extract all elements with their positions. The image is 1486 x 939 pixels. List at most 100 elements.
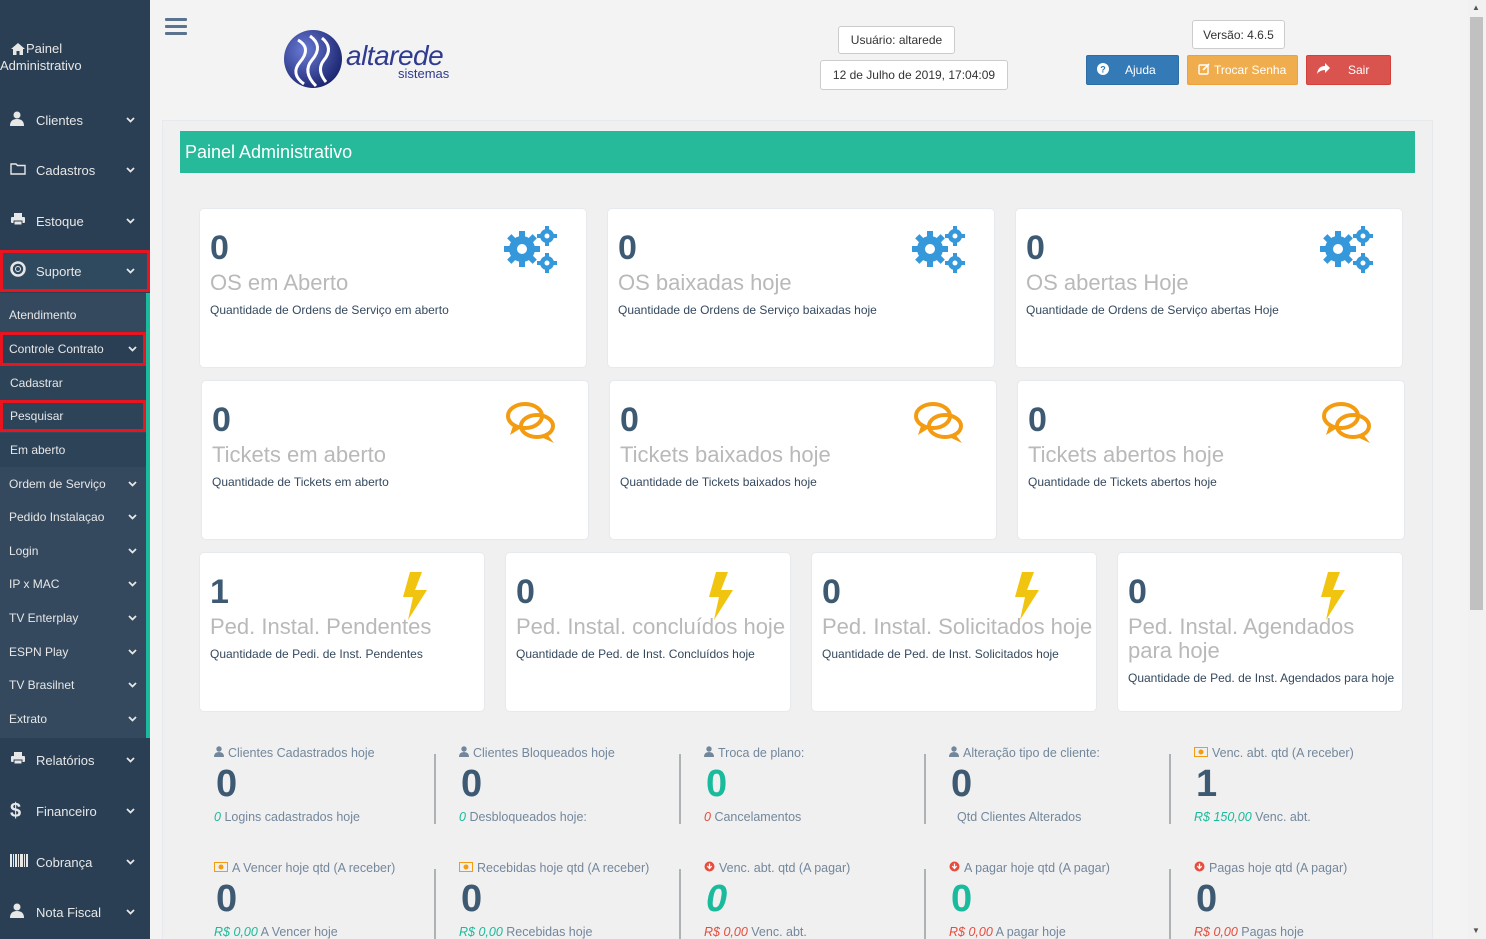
barcode-icon [0, 853, 28, 871]
submenu-item-em-aberto[interactable]: Em aberto [0, 433, 146, 467]
stat-foot-label: Venc. abt. [751, 925, 807, 939]
tile-os-em-aberto[interactable]: 0 OS em Aberto Quantidade de Ordens de S… [199, 208, 587, 368]
submenu-item-controle-contrato[interactable]: Controle Contrato [0, 332, 146, 366]
tile-tickets-abertos-hoje[interactable]: 0 Tickets abertos hoje Quantidade de Tic… [1017, 380, 1405, 540]
submenu-item-pesquisar[interactable]: Pesquisar [0, 400, 146, 432]
gears-icon [912, 226, 965, 273]
tile-description: Quantidade de Ordens de Serviço baixadas… [618, 303, 877, 317]
chevron-down-icon [126, 907, 150, 918]
stat-a-pagar-hoje: A pagar hoje qtd (A pagar) 0 R$ 0,00 A p… [949, 861, 1184, 939]
submenu-item-ordem-de-servico[interactable]: Ordem de Serviço [0, 467, 146, 501]
folder-icon [0, 162, 26, 179]
stat-foot-value: R$ 0,00 [214, 925, 258, 939]
sidebar-item-cobranca[interactable]: Cobrança [0, 842, 150, 882]
stat-foot-value: R$ 0,00 [949, 925, 993, 939]
sidebar-item-clientes[interactable]: Clientes [0, 100, 150, 140]
logout-button[interactable]: Sair [1306, 55, 1391, 85]
tile-os-abertas-hoje[interactable]: 0 OS abertas Hoje Quantidade de Ordens d… [1015, 208, 1403, 368]
sidebar-item-estoque[interactable]: Estoque [0, 201, 150, 241]
sidebar-item-financeiro[interactable]: $ Financeiro [0, 791, 150, 831]
datetime-label: 12 de Julho de 2019, 17:04:09 [820, 60, 1008, 90]
submenu-item-tv-brasilnet[interactable]: TV Brasilnet [0, 668, 146, 702]
tile-os-baixadas-hoje[interactable]: 0 OS baixadas hoje Quantidade de Ordens … [607, 208, 995, 368]
submenu-item-label: Ordem de Serviço [9, 477, 106, 491]
arrow-circle-down-icon [704, 861, 715, 875]
sidebar-item-painel[interactable]: Painel Administrativo [0, 40, 150, 80]
tile-ped-instal-pendentes[interactable]: 1 Ped. Instal. Pendentes Quantidade de P… [199, 552, 485, 712]
stat-foot-value: R$ 150,00 [1194, 810, 1252, 824]
change-password-button[interactable]: Trocar Senha [1187, 55, 1298, 85]
stat-alteracao-tipo-cliente: Alteração tipo de cliente: 0 Qtd Cliente… [949, 746, 1184, 824]
submenu-item-tv-enterplay[interactable]: TV Enterplay [0, 601, 146, 635]
vertical-scrollbar[interactable]: ▲ ▼ [1468, 0, 1486, 939]
tile-tickets-em-aberto[interactable]: 0 Tickets em aberto Quantidade de Ticket… [201, 380, 589, 540]
scroll-up-arrow-icon[interactable]: ▲ [1472, 3, 1480, 12]
tile-ped-instal-agendados-hoje[interactable]: 0 Ped. Instal. Agendados para hoje Quant… [1117, 552, 1403, 712]
chevron-down-icon [128, 579, 146, 589]
stat-value: 0 [216, 878, 238, 920]
tile-count: 0 [1028, 401, 1047, 439]
logo-mark-icon [284, 30, 342, 88]
tile-description: Quantidade de Tickets abertos hoje [1028, 475, 1217, 489]
submenu-item-ip-x-mac[interactable]: IP x MAC [0, 567, 146, 601]
stat-foot-value: R$ 0,00 [459, 925, 503, 939]
stat-recebidas-hoje: Recebidas hoje qtd (A receber) 0 R$ 0,00… [459, 861, 694, 939]
version-label: Versão: 4.6.5 [1192, 20, 1285, 49]
submenu-item-login[interactable]: Login [0, 534, 146, 568]
user-icon [949, 746, 959, 760]
chevron-down-icon [126, 165, 150, 176]
divider [924, 754, 926, 824]
sidebar-item-cadastros[interactable]: Cadastros [0, 150, 150, 190]
chevron-down-icon [126, 216, 150, 227]
stat-value: 0 [216, 763, 238, 805]
submenu-item-label: Extrato [9, 712, 48, 726]
submenu-item-label: Controle Contrato [9, 342, 104, 356]
tile-description: Quantidade de Tickets baixados hoje [620, 475, 817, 489]
submenu-item-label: TV Enterplay [9, 611, 79, 625]
stat-foot-label: Cancelamentos [714, 810, 802, 824]
stat-foot-label: Recebidas hoje [506, 925, 593, 939]
divider [679, 754, 681, 824]
sidebar-item-label: Nota Fiscal [36, 904, 102, 920]
tile-tickets-baixados-hoje[interactable]: 0 Tickets baixados hoje Quantidade de Ti… [609, 380, 997, 540]
submenu-item-espn-play[interactable]: ESPN Play [0, 635, 146, 669]
tile-description: Quantidade de Ordens de Serviço em abert… [210, 303, 449, 317]
sidebar-item-label: Financeiro [36, 803, 97, 819]
sidebar-item-suporte[interactable]: Suporte [0, 250, 150, 292]
user-icon [459, 746, 469, 760]
submenu-item-pedido-instalacao[interactable]: Pedido Instalaçao [0, 500, 146, 534]
stat-venc-abt-pagar: Venc. abt. qtd (A pagar) 0 R$ 0,00 Venc.… [704, 861, 939, 939]
submenu-item-label: Pesquisar [10, 409, 64, 423]
chevron-down-icon [128, 613, 146, 623]
tile-ped-instal-concluidos-hoje[interactable]: 0 Ped. Instal. concluídos hoje Quantidad… [505, 552, 791, 712]
chevron-down-icon [128, 344, 146, 354]
page-title: Painel Administrativo [180, 131, 1415, 173]
chevron-down-icon [126, 857, 150, 868]
scrollbar-thumb[interactable] [1470, 17, 1483, 610]
sidebar-item-relatorios[interactable]: Relatórios [0, 740, 150, 780]
tile-count: 0 [620, 401, 639, 439]
chevron-down-icon [128, 546, 146, 556]
menu-toggle-icon[interactable] [165, 18, 187, 38]
printer-icon [0, 212, 26, 230]
submenu-item-cadastrar[interactable]: Cadastrar [0, 366, 146, 400]
tile-description: Quantidade de Ped. de Inst. Agendados pa… [1128, 671, 1395, 685]
tile-ped-instal-solicitados-hoje[interactable]: 0 Ped. Instal. Solicitados hoje Quantida… [811, 552, 1097, 712]
tile-count: 0 [1026, 229, 1045, 267]
user-icon [214, 746, 224, 760]
tile-count: 1 [210, 573, 229, 611]
logo: altarede sistemas [282, 28, 472, 92]
tile-description: Quantidade de Pedi. de Inst. Pendentes [210, 647, 423, 661]
dollar-icon: $ [10, 799, 22, 822]
divider [679, 869, 681, 939]
comments-icon [914, 402, 963, 443]
sidebar-item-label: Estoque [36, 213, 84, 229]
bolt-icon [1015, 572, 1039, 620]
sidebar-item-nota-fiscal[interactable]: Nota Fiscal [0, 892, 150, 932]
submenu-item-label: Atendimento [9, 308, 77, 322]
money-icon [1194, 746, 1208, 760]
submenu-item-extrato[interactable]: Extrato [0, 702, 146, 736]
scroll-down-arrow-icon[interactable]: ▼ [1472, 926, 1480, 935]
submenu-item-atendimento[interactable]: Atendimento [0, 298, 146, 332]
help-button[interactable]: ? Ajuda [1086, 55, 1179, 85]
